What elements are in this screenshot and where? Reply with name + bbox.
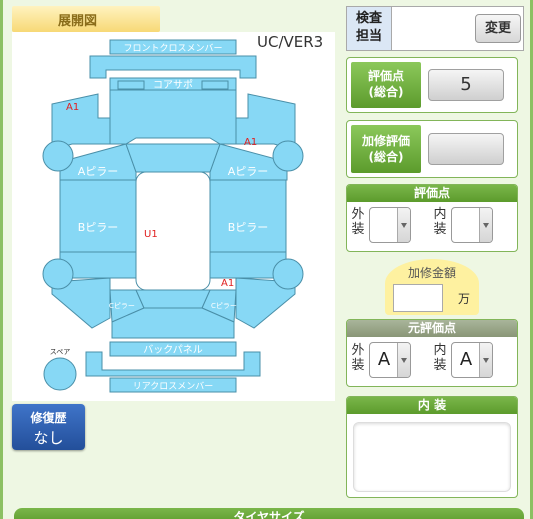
repair-eval-label: 加修評価 (総合) (351, 125, 421, 173)
diagram-title: 展開図 (12, 6, 160, 32)
inspector-change-button[interactable]: 変更 (475, 14, 521, 43)
label-b-pillar-left: Bピラー (78, 221, 119, 234)
damage-mark-left-side: U1 (144, 229, 158, 240)
score-box: 評価点 外装 内装 (346, 184, 518, 252)
label-front-cross-member: フロントクロスメンバー (123, 43, 222, 54)
score-header: 評価点 (347, 185, 517, 202)
original-score-box: 元評価点 外装 A 内装 A (346, 319, 518, 387)
inspector-box: 検査 担当 変更 (346, 6, 524, 51)
interior-notes-box: 内 装 (346, 396, 518, 498)
repair-amount-input[interactable] (393, 284, 443, 312)
repair-history-button[interactable]: 修復歴 なし (12, 404, 85, 450)
repair-eval-value[interactable] (428, 133, 504, 165)
part-hood[interactable] (109, 89, 237, 145)
score-exterior-select[interactable] (369, 207, 411, 243)
wheel-rear-right[interactable] (272, 258, 304, 290)
repair-amount-label: 加修金額 (407, 266, 456, 280)
interior-notes-textarea[interactable] (353, 422, 511, 492)
part-rear-glass[interactable] (135, 289, 211, 309)
interior-notes-header: 内 装 (347, 397, 517, 414)
label-c-pillar-right: Cピラー (211, 302, 237, 310)
score-total-label: 評価点 (総合) (351, 62, 421, 108)
score-interior-label: 内装 (433, 207, 447, 237)
wheel-front-left[interactable] (42, 140, 74, 172)
original-interior-select[interactable]: A (451, 342, 493, 378)
repair-amount-box: 加修金額 万 (385, 259, 479, 315)
repair-history-label: 修復歴 (30, 411, 67, 425)
label-spare: スペア (50, 348, 71, 356)
wheel-spare[interactable] (43, 357, 77, 391)
tire-size-header: タイヤサイズ (14, 508, 524, 519)
wheel-front-right[interactable] (272, 140, 304, 172)
part-windshield[interactable] (125, 143, 221, 173)
label-core-support: コアサポ (153, 79, 193, 91)
original-score-header: 元評価点 (347, 320, 517, 337)
wheel-rear-left[interactable] (42, 258, 74, 290)
score-interior-select[interactable] (451, 207, 493, 243)
chevron-down-icon (397, 208, 410, 242)
inspector-label: 検査 担当 (347, 7, 392, 50)
part-side-right[interactable] (209, 179, 287, 253)
part-side-left[interactable] (59, 179, 137, 253)
chevron-down-icon (479, 343, 492, 377)
label-a-pillar-left: Aピラー (78, 165, 119, 178)
original-exterior-select[interactable]: A (369, 342, 411, 378)
repair-eval-box: 加修評価 (総合) (346, 120, 518, 178)
label-b-pillar-right: Bピラー (228, 221, 269, 234)
original-exterior-label: 外装 (351, 343, 365, 373)
damage-mark-front-left: A1 (66, 102, 79, 113)
chevron-down-icon (397, 343, 410, 377)
repair-history-value: なし (33, 429, 64, 447)
label-c-pillar-left: Cピラー (109, 302, 135, 310)
diagram-version: UC/VER3 (257, 33, 324, 51)
part-front-bumper[interactable] (89, 55, 257, 79)
score-total-value[interactable]: 5 (428, 69, 504, 101)
damage-mark-rear-right: A1 (221, 278, 234, 289)
chevron-down-icon (479, 208, 492, 242)
label-back-panel: バックパネル (143, 344, 203, 356)
vehicle-diagram-panel: フロントクロスメンバー コアサポ Aピラー Aピラー Bピラー Bピラー Cピラ… (12, 32, 335, 401)
label-rear-cross-member: リアクロスメンバー (133, 381, 214, 392)
label-a-pillar-right: Aピラー (228, 165, 269, 178)
score-exterior-label: 外装 (351, 207, 365, 237)
original-interior-label: 内装 (433, 343, 447, 373)
damage-mark-front-right: A1 (244, 137, 257, 148)
score-total-box: 評価点 (総合) 5 (346, 57, 518, 113)
repair-amount-unit: 万 (458, 292, 471, 306)
vehicle-diagram: フロントクロスメンバー コアサポ Aピラー Aピラー Bピラー Bピラー Cピラ… (42, 39, 304, 393)
